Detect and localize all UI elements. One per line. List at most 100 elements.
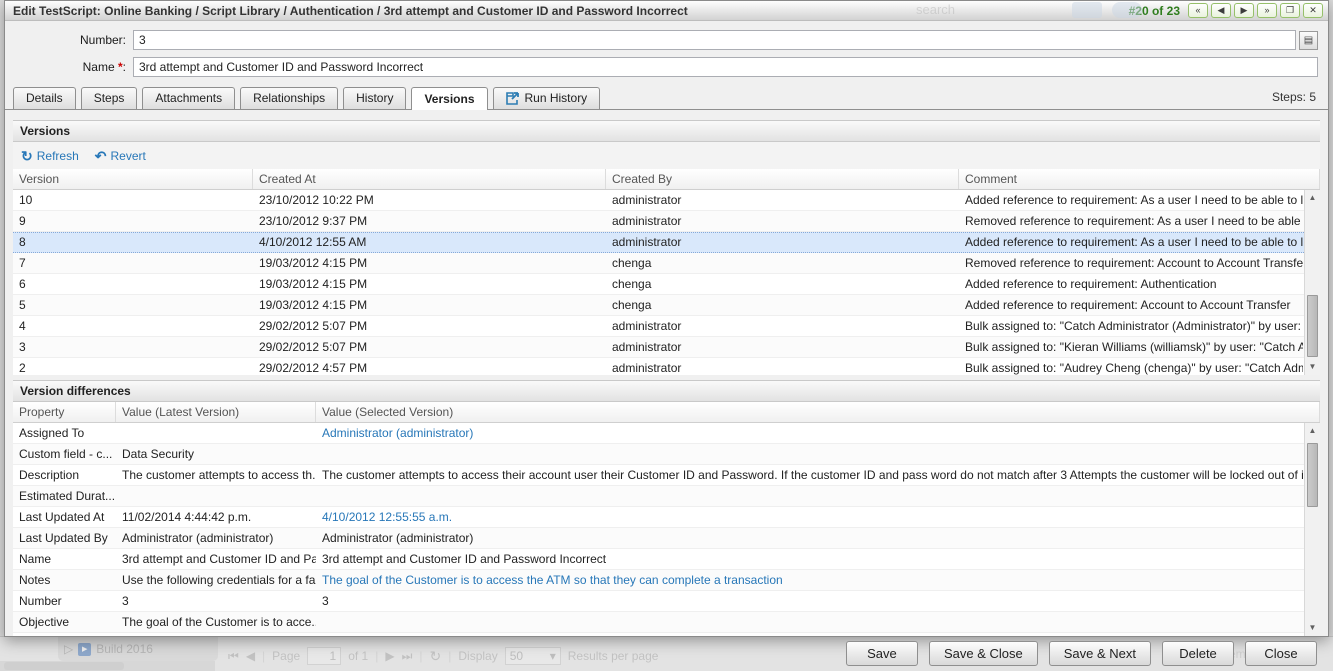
tab-attachments[interactable]: Attachments	[142, 87, 235, 109]
delete-button[interactable]: Delete	[1162, 641, 1234, 666]
first-record-button[interactable]: «	[1188, 3, 1208, 18]
scrollbar-thumb[interactable]	[1307, 295, 1318, 357]
scroll-up-icon[interactable]: ▲	[1305, 423, 1320, 439]
column-header-property[interactable]: Property	[13, 402, 116, 422]
table-row[interactable]: NotesUse the following credentials for a…	[13, 570, 1320, 591]
latest-cell	[116, 486, 316, 506]
table-row[interactable]: Last Updated ByAdministrator (administra…	[13, 528, 1320, 549]
table-row[interactable]: 923/10/2012 9:37 PMadministratorRemoved …	[13, 211, 1320, 232]
created-at-cell: 29/02/2012 5:07 PM	[253, 337, 606, 357]
property-cell: Custom field - c...	[13, 444, 116, 464]
next-record-button[interactable]: ▶	[1234, 3, 1254, 18]
table-row[interactable]: Name3rd attempt and Customer ID and Pa..…	[13, 549, 1320, 570]
refresh-button[interactable]: ↻ Refresh	[21, 149, 79, 163]
table-row[interactable]: 84/10/2012 12:55 AMadministratorAdded re…	[13, 232, 1320, 253]
selected-cell: The customer attempts to access their ac…	[316, 465, 1303, 485]
footer-buttons: Save Save & Close Save & Next Delete Clo…	[846, 641, 1317, 666]
scroll-down-icon[interactable]: ▼	[1305, 620, 1320, 636]
created-at-cell: 29/02/2012 4:57 PM	[253, 358, 606, 375]
table-row[interactable]: Custom field - c...Data Security	[13, 444, 1320, 465]
tab-relationships[interactable]: Relationships	[240, 87, 338, 109]
number-stepper-icon[interactable]: ▤	[1299, 31, 1318, 50]
revert-button[interactable]: ↶ Revert	[95, 149, 146, 163]
table-row[interactable]: Assigned To Administrator (administrator)	[13, 423, 1320, 444]
tab-run-history[interactable]: Run History	[493, 87, 601, 109]
selected-cell[interactable]: The goal of the Customer is to access th…	[316, 570, 1303, 590]
last-record-button[interactable]: »	[1257, 3, 1277, 18]
created-at-cell: 4/10/2012 12:55 AM	[253, 233, 606, 252]
scrollbar-thumb[interactable]	[1307, 443, 1318, 507]
column-header-value-selected[interactable]: Value (Selected Version)	[316, 402, 1320, 422]
table-row[interactable]: 519/03/2012 4:15 PMchengaAdded reference…	[13, 295, 1320, 316]
table-row[interactable]: Last Updated At11/02/2014 4:44:42 p.m.4/…	[13, 507, 1320, 528]
table-row[interactable]: 1023/10/2012 10:22 PMadministratorAdded …	[13, 190, 1320, 211]
tab-steps[interactable]: Steps	[81, 87, 138, 109]
versions-scrollbar[interactable]: ▲ ▼	[1304, 190, 1320, 375]
column-header-version[interactable]: Version	[13, 169, 253, 189]
version-cell: 6	[13, 274, 253, 294]
page-of-label: of 1	[348, 649, 368, 663]
property-cell: Assigned To	[13, 423, 116, 443]
scroll-up-icon[interactable]: ▲	[1305, 190, 1320, 206]
property-cell: Description	[13, 465, 116, 485]
versions-grid-header: Version Created At Created By Comment	[13, 169, 1320, 190]
table-row[interactable]: Number33	[13, 591, 1320, 612]
selected-cell[interactable]: 4/10/2012 12:55:55 a.m.	[316, 507, 1303, 527]
column-header-value-latest[interactable]: Value (Latest Version)	[116, 402, 316, 422]
property-cell: Name	[13, 549, 116, 569]
differences-grid-header: Property Value (Latest Version) Value (S…	[13, 402, 1320, 423]
differences-scrollbar[interactable]: ▲ ▼	[1304, 423, 1320, 636]
tab-details[interactable]: Details	[13, 87, 76, 109]
version-cell: 5	[13, 295, 253, 315]
results-per-page-label: Results per page	[568, 649, 659, 663]
table-row[interactable]: 429/02/2012 5:07 PMadministratorBulk ass…	[13, 316, 1320, 337]
comment-cell: Bulk assigned to: "Audrey Cheng (chenga)…	[959, 358, 1303, 375]
table-row[interactable]: 229/02/2012 4:57 PMadministratorBulk ass…	[13, 358, 1320, 375]
created-by-cell: administrator	[606, 358, 959, 375]
save-button[interactable]: Save	[846, 641, 918, 666]
save-and-next-button[interactable]: Save & Next	[1049, 641, 1151, 666]
run-history-icon	[506, 92, 520, 105]
version-cell: 4	[13, 316, 253, 336]
table-row[interactable]: 619/03/2012 4:15 PMchengaAdded reference…	[13, 274, 1320, 295]
name-field[interactable]	[133, 57, 1318, 77]
created-by-cell: administrator	[606, 190, 959, 210]
background-tree-item: ▷ ▶ Build 2016	[58, 637, 218, 661]
prev-record-button[interactable]: ◀	[1211, 3, 1231, 18]
edit-testscript-window: Edit TestScript: Online Banking / Script…	[4, 0, 1329, 637]
table-row[interactable]: 329/02/2012 5:07 PMadministratorBulk ass…	[13, 337, 1320, 358]
maximize-icon[interactable]: ❐	[1280, 3, 1300, 18]
created-by-cell: administrator	[606, 337, 959, 357]
property-cell: Last Updated At	[13, 507, 116, 527]
table-row[interactable]: Estimated Durat...	[13, 486, 1320, 507]
close-button[interactable]: Close	[1245, 641, 1317, 666]
selected-cell[interactable]: Administrator (administrator)	[316, 423, 1303, 443]
page-first-icon: ⏮	[228, 649, 239, 664]
version-cell: 9	[13, 211, 253, 231]
tab-versions[interactable]: Versions	[411, 87, 487, 110]
version-cell: 2	[13, 358, 253, 375]
tree-expand-icon: ▷	[64, 642, 73, 656]
tab-history[interactable]: History	[343, 87, 406, 109]
selected-cell: Administrator (administrator)	[316, 528, 1303, 548]
table-row[interactable]: 719/03/2012 4:15 PMchengaRemoved referen…	[13, 253, 1320, 274]
tree-item-label: Build 2016	[96, 642, 153, 656]
column-header-created-by[interactable]: Created By	[606, 169, 959, 189]
save-and-close-button[interactable]: Save & Close	[929, 641, 1038, 666]
close-icon[interactable]: ✕	[1303, 3, 1323, 18]
latest-cell: 3rd attempt and Customer ID and Pa...	[116, 549, 316, 569]
version-cell: 3	[13, 337, 253, 357]
differences-grid: Property Value (Latest Version) Value (S…	[13, 402, 1320, 636]
table-row[interactable]: ObjectiveThe goal of the Customer is to …	[13, 612, 1320, 633]
comment-cell: Added reference to requirement: Account …	[959, 295, 1303, 315]
versions-rows: 1023/10/2012 10:22 PMadministratorAdded …	[13, 190, 1320, 375]
selected-cell	[316, 612, 1303, 632]
scroll-down-icon[interactable]: ▼	[1305, 359, 1320, 375]
comment-cell: Bulk assigned to: "Catch Administrator (…	[959, 316, 1303, 336]
column-header-comment[interactable]: Comment	[959, 169, 1320, 189]
property-cell: Number	[13, 591, 116, 611]
number-field[interactable]	[133, 30, 1296, 50]
table-row[interactable]: Description The customer attempts to acce…	[13, 465, 1320, 486]
column-header-created-at[interactable]: Created At	[253, 169, 606, 189]
selected-cell: 3rd attempt and Customer ID and Password…	[316, 549, 1303, 569]
